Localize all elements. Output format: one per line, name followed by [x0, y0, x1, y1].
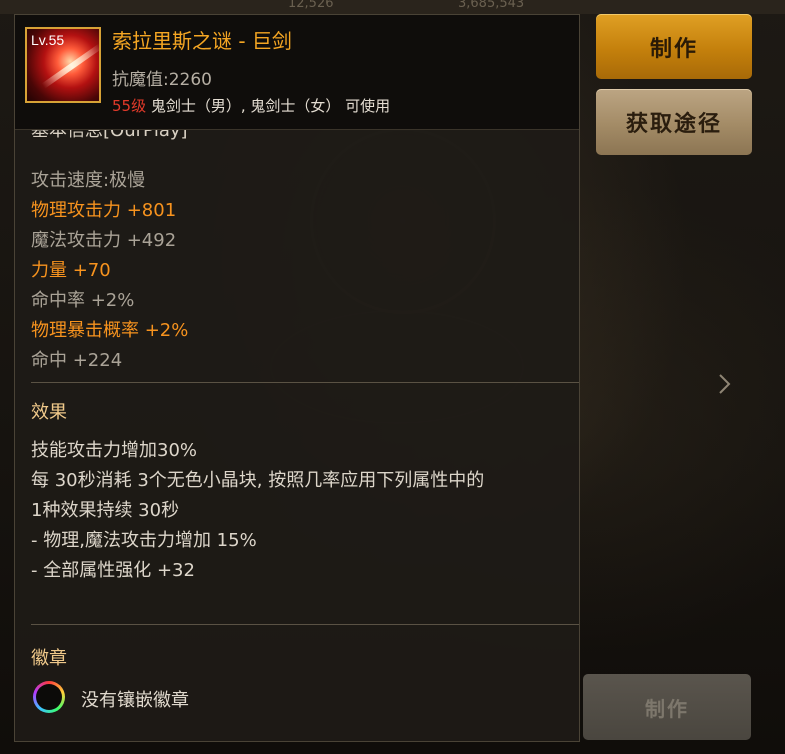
make-button[interactable]: 制作: [596, 14, 752, 79]
basic-info-title: 基本信息[OurPlay]: [31, 130, 188, 141]
required-classes: 鬼剑士（男）, 鬼剑士（女） 可使用: [150, 97, 391, 115]
section-divider: [31, 382, 579, 383]
tooltip-scroll-area[interactable]: 基本信息[OurPlay] 攻击速度:极慢 物理攻击力 +801 魔法攻击力 +…: [15, 130, 579, 741]
greatsword-icon: Lv.55: [25, 27, 101, 103]
item-name: 索拉里斯之谜 - 巨剑: [112, 29, 292, 53]
item-requirement: 55级 鬼剑士（男）, 鬼剑士（女） 可使用: [112, 95, 390, 116]
currency-value-1: 12,526: [288, 0, 334, 11]
get-source-button[interactable]: 获取途径: [596, 89, 752, 155]
item-level-badge: Lv.55: [31, 32, 65, 48]
item-header: Lv.55 索拉里斯之谜 - 巨剑 抗魔值:2260 55级 鬼剑士（男）, 鬼…: [15, 15, 579, 130]
item-tooltip-panel: Lv.55 索拉里斯之谜 - 巨剑 抗魔值:2260 55级 鬼剑士（男）, 鬼…: [14, 14, 580, 742]
make-button-disabled[interactable]: 制作: [583, 674, 751, 740]
effect-line: 每 30秒消耗 3个无色小晶块, 按照几率应用下列属性中的: [31, 470, 485, 491]
stat-accuracy: 命中 +224: [31, 350, 123, 371]
emblem-empty-text: 没有镶嵌徽章: [81, 690, 189, 711]
section-divider: [31, 624, 579, 625]
effect-line: - 全部属性强化 +32: [31, 560, 195, 581]
emblem-title: 徽章: [31, 648, 67, 669]
stat-strength: 力量 +70: [31, 260, 111, 281]
stat-magic-attack: 魔法攻击力 +492: [31, 230, 177, 251]
item-resistance: 抗魔值:2260: [112, 70, 212, 90]
currency-value-2: 3,685,543: [458, 0, 525, 11]
stat-physical-attack: 物理攻击力 +801: [31, 200, 177, 221]
stat-physical-crit: 物理暴击概率 +2%: [31, 320, 189, 341]
effect-line: - 物理,魔法攻击力增加 15%: [31, 530, 257, 551]
sword-slash-icon: [41, 43, 99, 89]
emblem-slot-icon: [33, 681, 65, 713]
chevron-right-icon[interactable]: [716, 372, 738, 396]
required-level: 55级: [112, 97, 147, 115]
currency-bar: 12,526 3,685,543: [0, 0, 785, 14]
effects-title: 效果: [31, 402, 67, 423]
stat-attack-speed: 攻击速度:极慢: [31, 170, 146, 191]
effect-line: 技能攻击力增加30%: [31, 440, 198, 461]
stat-hit-rate: 命中率 +2%: [31, 290, 135, 311]
effect-line: 1种效果持续 30秒: [31, 500, 180, 521]
